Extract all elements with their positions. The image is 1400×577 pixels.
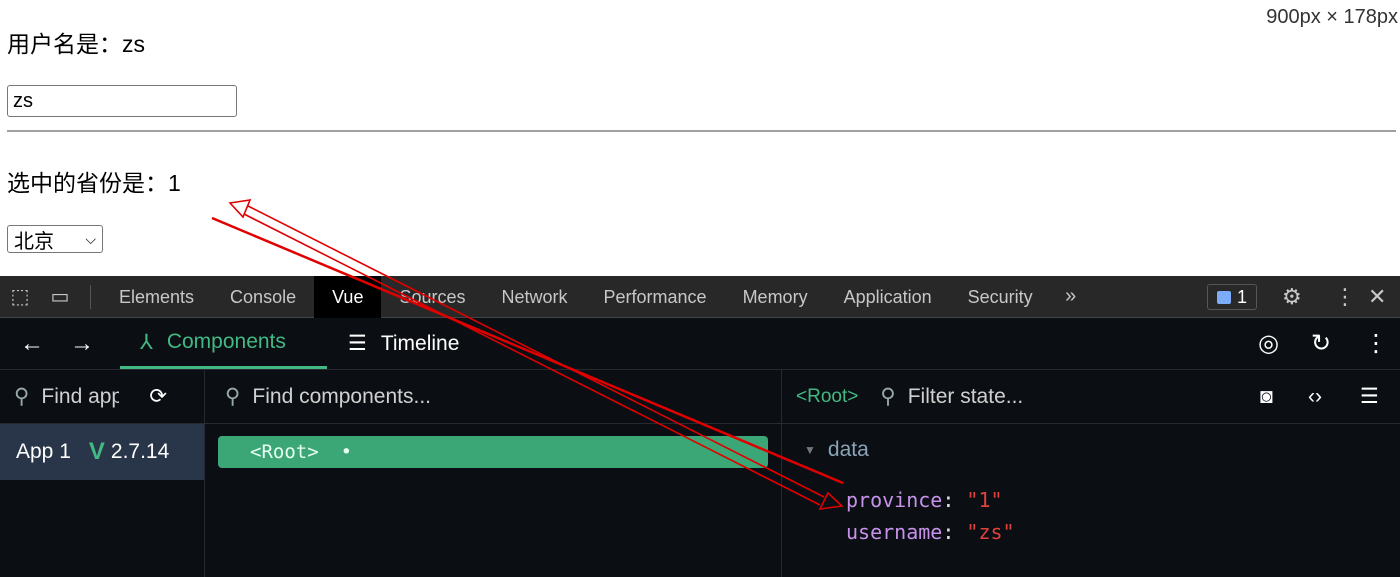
state-search: <Root> ⚲ Filter state... ◙ ‹› ☰ xyxy=(782,370,1400,423)
state-key: province xyxy=(846,488,943,512)
back-arrow-icon[interactable]: ← xyxy=(20,330,44,358)
find-apps-input[interactable]: Find apps xyxy=(41,385,119,409)
components-search: ⚲ Find components... xyxy=(205,370,782,423)
app-name: App 1 xyxy=(16,440,71,463)
web-page: 900px × 178px 用户名是：zs 选中的省份是：1 北京 ⌵ xyxy=(0,0,1400,276)
vue-toolbar: ← → ⅄ Components ☰ Timeline ◎ ↻ ⋮ xyxy=(0,318,1400,370)
province-select[interactable]: 北京 ⌵ xyxy=(7,225,103,253)
issues-button[interactable]: 1 xyxy=(1207,284,1257,310)
tab-vue[interactable]: Vue xyxy=(314,275,382,318)
section-label: data xyxy=(827,438,869,461)
tab-console[interactable]: Console xyxy=(212,276,314,318)
timeline-icon: ☰ xyxy=(348,332,367,355)
apps-search: ⚲ Find apps ⟳ xyxy=(0,370,205,423)
more-vertical-icon[interactable]: ⋮ xyxy=(1364,329,1388,358)
eye-icon[interactable]: ◙ xyxy=(1260,385,1273,409)
devtools: ⬚ ▭ Elements Console Vue Sources Network… xyxy=(0,275,1400,577)
search-icon: ⚲ xyxy=(225,385,241,408)
tab-sources[interactable]: Sources xyxy=(381,276,483,318)
vue-logo-icon: V xyxy=(88,438,105,465)
issues-count: 1 xyxy=(1236,286,1247,307)
close-icon[interactable]: ✕ xyxy=(1368,284,1386,310)
section-data[interactable]: ▼ data xyxy=(782,438,1400,462)
state-inspector: ▼ data province: "1" username: "zs" xyxy=(782,424,1400,577)
select-value: 北京 xyxy=(14,230,54,253)
state-item[interactable]: username: "zs" xyxy=(846,516,1400,548)
username-input[interactable] xyxy=(7,85,237,117)
subtab-timeline[interactable]: ☰ Timeline xyxy=(348,318,459,369)
tab-application[interactable]: Application xyxy=(826,276,950,318)
code-icon[interactable]: ‹› xyxy=(1308,385,1322,409)
filter-state-input[interactable]: Filter state... xyxy=(908,385,1024,409)
device-toolbar-icon[interactable]: ▭ xyxy=(40,284,80,309)
node-dot: • xyxy=(340,441,353,463)
sync-icon[interactable]: ⟳ xyxy=(149,384,167,409)
state-value: "zs" xyxy=(966,520,1015,544)
component-tree-icon: ⅄ xyxy=(140,330,153,354)
devtools-toolbar: ⬚ ▭ Elements Console Vue Sources Network… xyxy=(0,275,1400,318)
search-icon: ⚲ xyxy=(880,385,896,408)
subtab-label: Components xyxy=(166,330,286,353)
state-list: province: "1" username: "zs" xyxy=(782,484,1400,548)
apps-list: App 1 V 2.7.14 xyxy=(0,424,205,577)
viewport-dimensions: 900px × 178px xyxy=(1266,6,1398,28)
subtab-label: Timeline xyxy=(380,331,460,355)
node-label: <Root> xyxy=(250,441,319,463)
more-vertical-icon[interactable]: ⋮ xyxy=(1334,284,1356,310)
target-icon[interactable]: ◎ xyxy=(1258,329,1279,358)
username-text: 用户名是：zs xyxy=(7,31,145,57)
component-tree: <Root> • xyxy=(205,424,782,577)
message-icon xyxy=(1216,290,1231,304)
tree-node-root[interactable]: <Root> • xyxy=(218,436,768,468)
panels: App 1 V 2.7.14 <Root> • ▼ data province:… xyxy=(0,424,1400,577)
inspect-element-icon[interactable]: ⬚ xyxy=(0,284,40,309)
app-version: 2.7.14 xyxy=(110,440,170,463)
search-row: ⚲ Find apps ⟳ ⚲ Find components... <Root… xyxy=(0,370,1400,424)
triangle-down-icon: ▼ xyxy=(804,443,816,457)
forward-arrow-icon[interactable]: → xyxy=(70,330,94,358)
selected-component: <Root> xyxy=(796,385,859,407)
subtab-components[interactable]: ⅄ Components xyxy=(120,318,327,369)
divider xyxy=(7,130,1396,132)
tab-security[interactable]: Security xyxy=(950,276,1051,318)
state-value: "1" xyxy=(966,488,1003,512)
tab-memory[interactable]: Memory xyxy=(725,276,826,318)
search-icon: ⚲ xyxy=(14,385,30,408)
app-item[interactable]: App 1 V 2.7.14 xyxy=(0,424,204,480)
more-tabs-icon[interactable]: » xyxy=(1051,285,1091,308)
state-item[interactable]: province: "1" xyxy=(846,484,1400,516)
chevron-down-icon: ⌵ xyxy=(85,230,96,247)
collapse-icon[interactable]: ☰ xyxy=(1360,384,1379,409)
gear-icon[interactable]: ⚙ xyxy=(1282,284,1302,310)
province-text: 选中的省份是：1 xyxy=(7,170,181,196)
tab-elements[interactable]: Elements xyxy=(101,276,212,318)
separator xyxy=(90,284,91,309)
find-components-input[interactable]: Find components... xyxy=(252,385,431,409)
refresh-icon[interactable]: ↻ xyxy=(1311,329,1331,358)
tab-network[interactable]: Network xyxy=(484,276,586,318)
tab-performance[interactable]: Performance xyxy=(586,276,725,318)
state-key: username xyxy=(846,520,943,544)
